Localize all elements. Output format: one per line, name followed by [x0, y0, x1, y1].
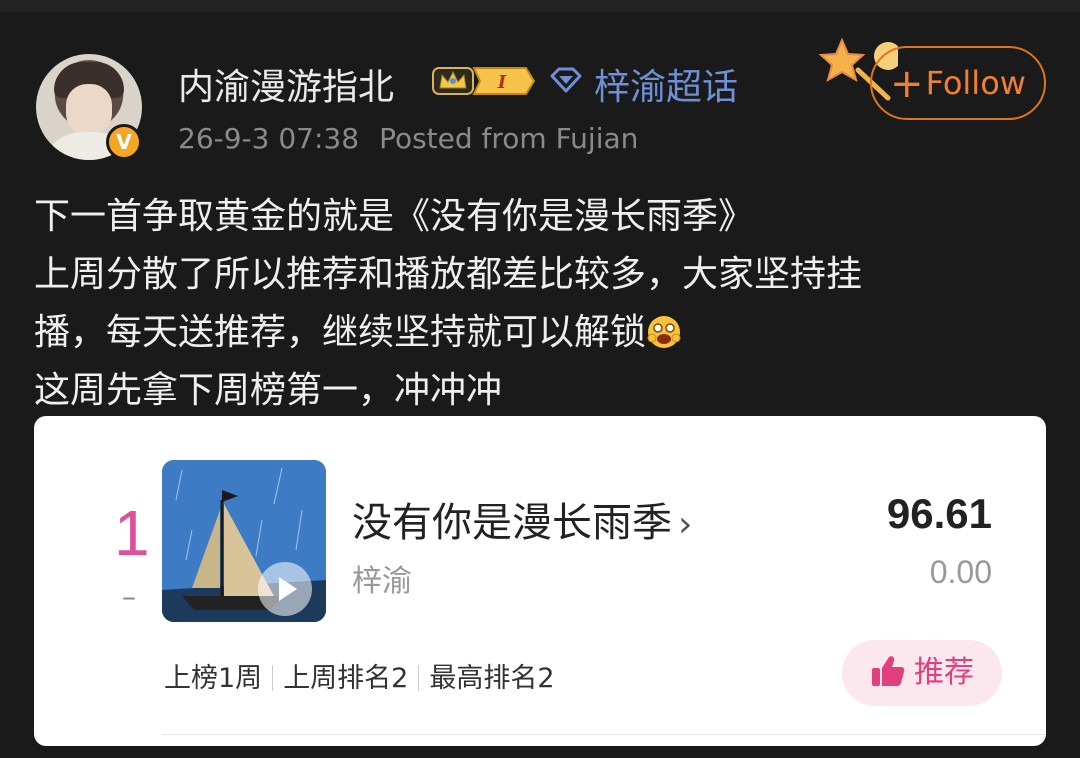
- diamond-icon: [550, 67, 582, 93]
- chart-card[interactable]: 1 – 没有你是漫长雨季 › 梓渝 96.61 0.00 上榜1周 上周排名2 最高排…: [34, 416, 1046, 746]
- stat-weeks: 上榜1周: [164, 663, 263, 694]
- play-button[interactable]: [258, 562, 312, 616]
- level-badge: I: [472, 67, 536, 95]
- chart-stats: 上榜1周 上周排名2 最高排名2: [164, 656, 555, 695]
- recommend-button[interactable]: 推荐: [842, 640, 1002, 706]
- post-line-4: 这周先拿下周榜第一，冲冲冲: [34, 370, 503, 411]
- grinning-emoji-icon: [647, 316, 681, 348]
- verified-badge-icon: V: [106, 124, 142, 160]
- follow-button-label: Follow: [925, 64, 1026, 102]
- thumbs-up-icon: [872, 656, 905, 686]
- stat-peak: 最高排名2: [429, 663, 555, 694]
- stat-divider: [418, 665, 420, 691]
- song-title[interactable]: 没有你是漫长雨季 ›: [352, 490, 692, 548]
- song-title-text: 没有你是漫长雨季: [352, 500, 672, 546]
- stat-last-week: 上周排名2: [283, 663, 409, 694]
- rank-number: 1: [114, 497, 150, 569]
- artist-name[interactable]: 梓渝: [352, 556, 412, 600]
- topic-link[interactable]: 梓渝超话: [594, 58, 738, 110]
- post-text: 下一首争取黄金的就是《没有你是漫长雨季》 上周分散了所以推荐和播放都差比较多，大…: [34, 188, 1044, 420]
- post-line-2: 上周分散了所以推荐和播放都差比较多，大家坚持挂: [34, 254, 863, 295]
- post-timestamp: 26-9-3 07:38: [178, 122, 360, 155]
- post-line-3-text: 播，每天送推荐，继续坚持就可以解锁: [34, 312, 647, 353]
- follow-button[interactable]: +Follow: [870, 46, 1046, 120]
- post-line-3: 播，每天送推荐，继续坚持就可以解锁: [34, 304, 1044, 362]
- level-badge-text: I: [497, 72, 507, 93]
- post-source: Posted from Fujian: [379, 122, 639, 155]
- status-bar: [0, 0, 1080, 12]
- chevron-right-icon: ›: [678, 504, 693, 545]
- post-line-1: 下一首争取黄金的就是《没有你是漫长雨季》: [34, 196, 755, 237]
- chart-score: 96.61: [886, 490, 992, 537]
- score-change: 0.00: [929, 554, 992, 590]
- author-name[interactable]: 内渝漫游指北: [178, 58, 394, 110]
- card-divider: [162, 734, 1046, 735]
- stat-divider: [272, 665, 274, 691]
- post-meta: 26-9-3 07:38 Posted from Fujian: [178, 122, 638, 155]
- rank-change: –: [122, 580, 136, 613]
- recommend-label: 推荐: [914, 655, 974, 690]
